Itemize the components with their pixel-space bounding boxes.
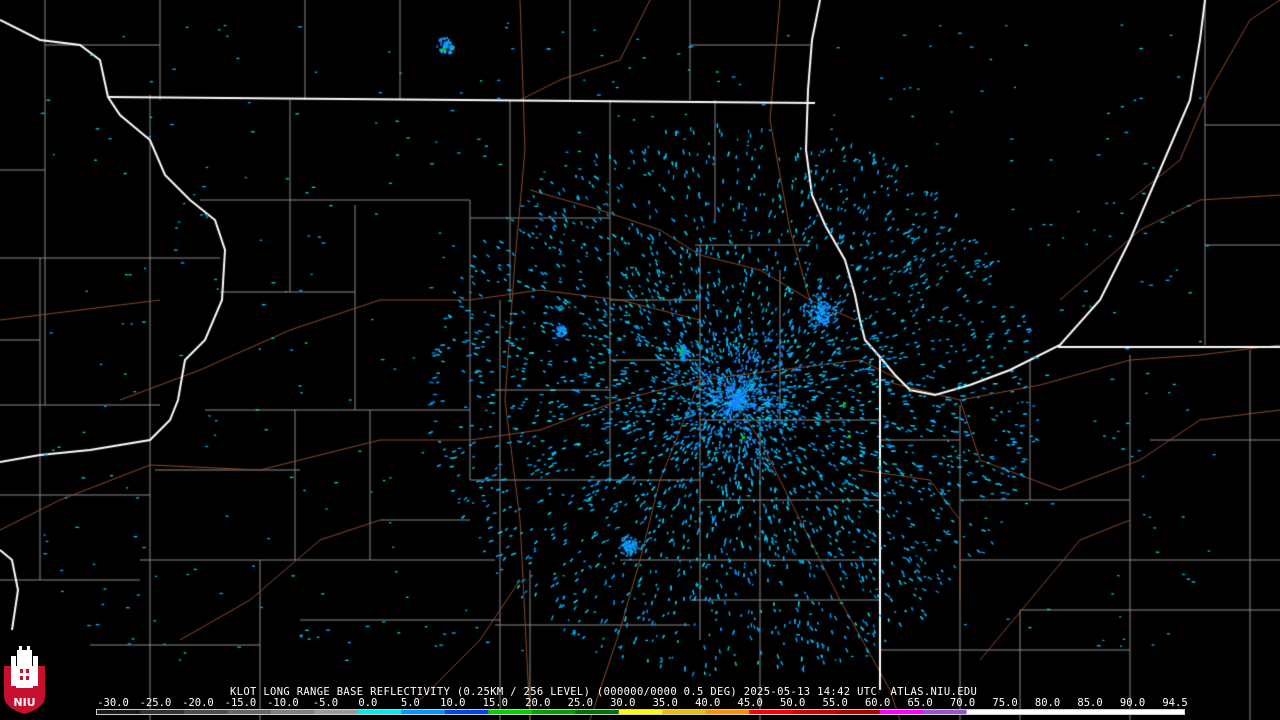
scale-label: 25.0 (567, 697, 593, 709)
color-bar-segment (270, 710, 315, 714)
scale-label: 10.0 (440, 697, 466, 709)
color-bar-segment (227, 710, 272, 714)
color-bar-segment (357, 710, 402, 714)
scale-label: 0.0 (358, 697, 378, 709)
scale-label: -20.0 (182, 697, 214, 709)
scale-label: -10.0 (267, 697, 299, 709)
logo-text: NIU (13, 696, 35, 709)
color-bar-segment (705, 710, 750, 714)
logo-tower (11, 646, 38, 688)
scale-label: 94.5 (1162, 697, 1188, 709)
scale-label: 55.0 (822, 697, 848, 709)
scale-label: 85.0 (1077, 697, 1103, 709)
scale-label: -5.0 (312, 697, 339, 709)
niu-logo: NIU (4, 646, 45, 714)
scale-label: 80.0 (1034, 697, 1061, 709)
scale-label: 5.0 (400, 697, 420, 709)
scale-label: 35.0 (652, 697, 678, 709)
color-bar-segment (401, 710, 446, 714)
scale-label: 60.0 (864, 697, 891, 709)
scale-label: 40.0 (695, 697, 721, 709)
scale-label: 90.0 (1119, 697, 1146, 709)
color-bar-segment (966, 710, 1011, 714)
scale-label: 75.0 (992, 697, 1018, 709)
color-bar-segment (618, 710, 663, 714)
reflectivity-color-bar (96, 709, 1185, 715)
color-bar-segment (792, 710, 837, 714)
color-bar-segment (749, 710, 794, 714)
scale-label: 45.0 (737, 697, 763, 709)
color-bar-segment (1053, 710, 1098, 714)
color-bar-segment (531, 710, 576, 714)
color-bar-segment (575, 710, 620, 714)
color-bar-segment (662, 710, 707, 714)
radar-map (0, 0, 1280, 720)
color-scale-labels: -30.0 -25.0 -20.0 -15.0 -10.0 -5.0 0.0 5.0 10.0 1… (0, 697, 1280, 709)
color-bar-segment (923, 710, 968, 714)
color-bar-segment (314, 710, 359, 714)
scale-label: -30.0 (97, 697, 129, 709)
color-bar-segment (488, 710, 533, 714)
color-bar-segment (1097, 710, 1142, 714)
color-bar-segment (1140, 710, 1184, 714)
color-bar-segment (97, 710, 141, 714)
color-bar-segment (140, 710, 185, 714)
color-bar-segment (444, 710, 489, 714)
color-bar-segment (1010, 710, 1055, 714)
scale-label: 70.0 (949, 697, 976, 709)
color-bar-segment (836, 710, 881, 714)
color-bar-segment (879, 710, 924, 714)
scale-label: 50.0 (780, 697, 806, 709)
scale-label: 30.0 (610, 697, 636, 709)
scale-label: -15.0 (224, 697, 257, 709)
scale-label: 20.0 (525, 697, 551, 709)
scale-label: 65.0 (907, 697, 933, 709)
scale-label: 15.0 (482, 697, 508, 709)
scale-label: -25.0 (139, 697, 172, 709)
color-bar-segment (183, 710, 228, 714)
